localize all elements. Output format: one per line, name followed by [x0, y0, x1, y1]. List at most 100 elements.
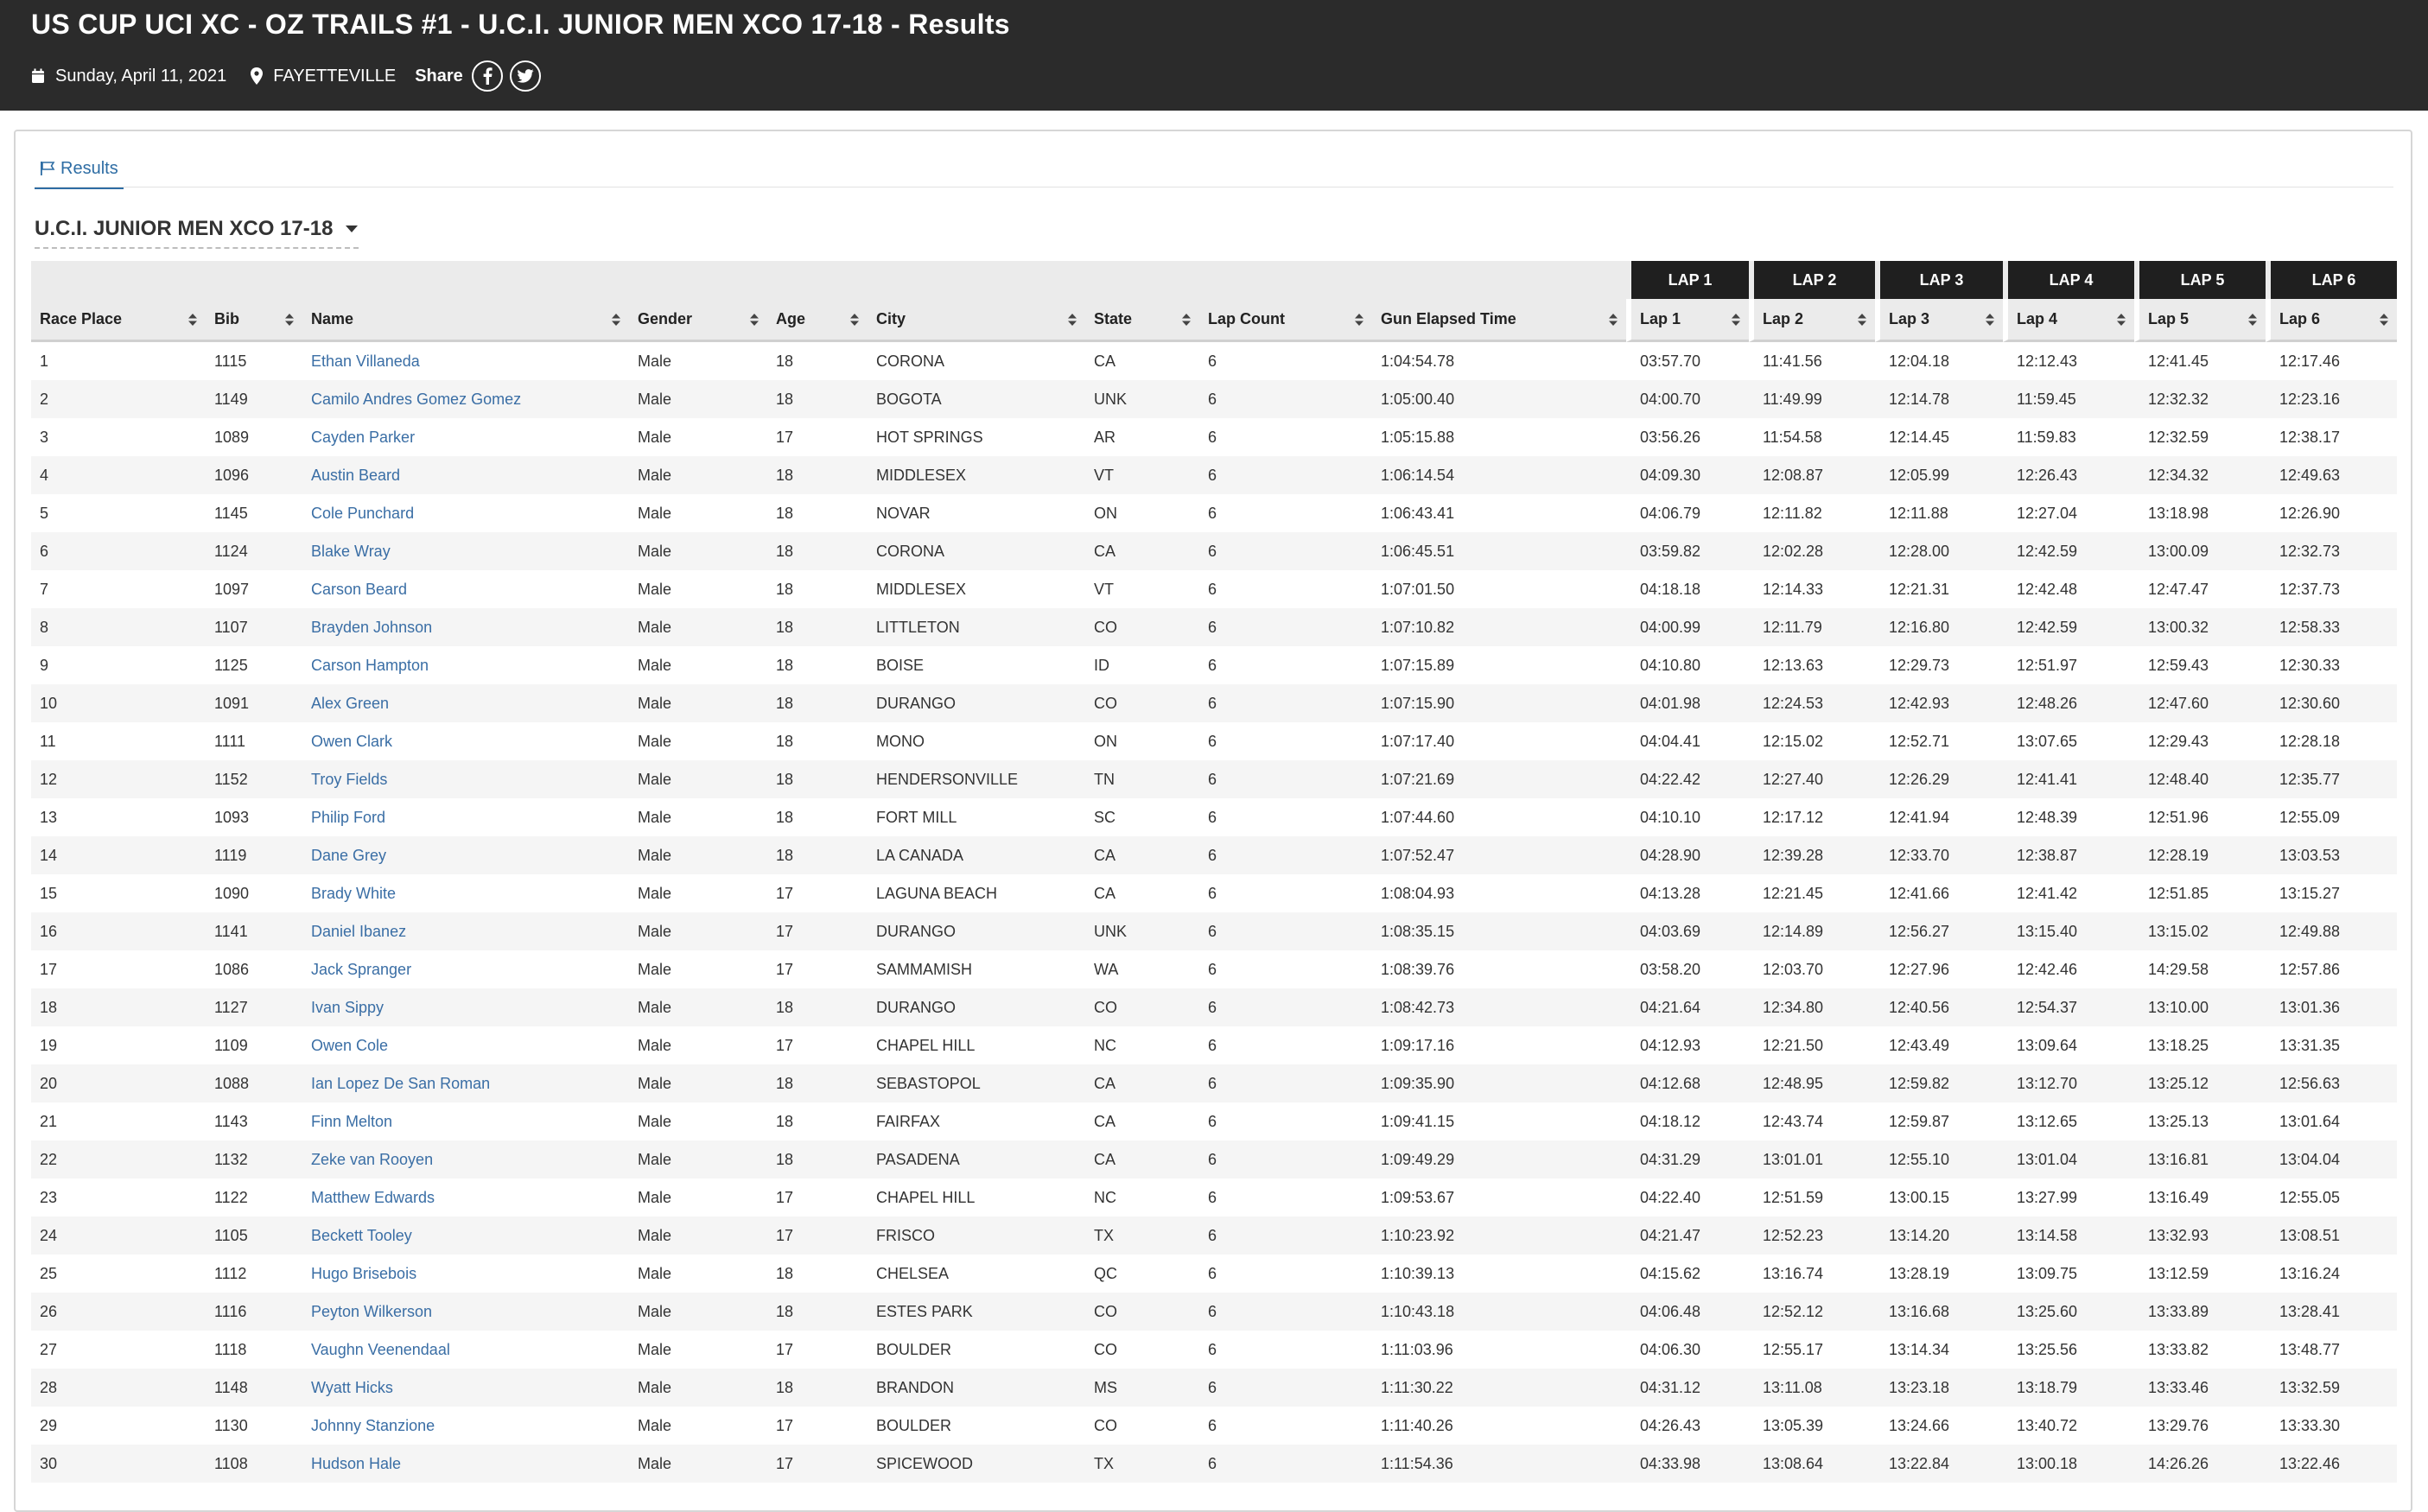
sort-icon[interactable]	[2117, 313, 2126, 326]
column-header-city[interactable]: City	[868, 299, 1085, 342]
cell-lap-5: 13:25.13	[2134, 1102, 2266, 1140]
cell-name[interactable]: Philip Ford	[302, 798, 629, 836]
table-row: 2 1149 Camilo Andres Gomez Gomez Male 18 BOGO…	[31, 380, 2397, 418]
cell-gender: Male	[629, 722, 767, 760]
cell-age: 18	[767, 798, 868, 836]
sort-icon[interactable]	[850, 313, 859, 326]
cell-state: AR	[1085, 418, 1199, 456]
column-header-lap-6[interactable]: Lap 6	[2266, 299, 2397, 342]
table-row: 9 1125 Carson Hampton Male 18 BOISE ID 6 1:07:15…	[31, 646, 2397, 684]
sort-icon[interactable]	[1858, 313, 1866, 326]
cell-name[interactable]: Vaughn Veenendaal	[302, 1331, 629, 1369]
column-header-lap-5[interactable]: Lap 5	[2134, 299, 2266, 342]
cell-name[interactable]: Carson Hampton	[302, 646, 629, 684]
cell-city: HENDERSONVILLE	[868, 760, 1085, 798]
cell-lap-1: 04:01.98	[1626, 684, 1749, 722]
cell-name[interactable]: Alex Green	[302, 684, 629, 722]
cell-name[interactable]: Hugo Brisebois	[302, 1255, 629, 1293]
cell-state: CO	[1085, 1331, 1199, 1369]
column-header-state[interactable]: State	[1085, 299, 1199, 342]
cell-name[interactable]: Owen Clark	[302, 722, 629, 760]
sort-icon[interactable]	[285, 313, 294, 326]
cell-name[interactable]: Austin Beard	[302, 456, 629, 494]
facebook-share-button[interactable]	[471, 60, 503, 92]
twitter-share-button[interactable]	[509, 60, 541, 92]
cell-lap-2: 12:55.17	[1749, 1331, 1875, 1369]
cell-name[interactable]: Cole Punchard	[302, 494, 629, 532]
column-header-race-place[interactable]: Race Place	[31, 299, 206, 342]
cell-lap-count: 6	[1199, 1407, 1372, 1445]
sort-icon[interactable]	[750, 313, 759, 326]
cell-lap-count: 6	[1199, 342, 1372, 380]
cell-lap-4: 13:27.99	[2003, 1178, 2134, 1217]
sort-icon[interactable]	[1182, 313, 1191, 326]
cell-lap-4: 12:38.87	[2003, 836, 2134, 874]
table-row: 4 1096 Austin Beard Male 18 MIDDLESEX VT 6 1:06:…	[31, 456, 2397, 494]
cell-name[interactable]: Wyatt Hicks	[302, 1369, 629, 1407]
sort-icon[interactable]	[1986, 313, 1994, 326]
cell-lap-count: 6	[1199, 1331, 1372, 1369]
sort-icon[interactable]	[1355, 313, 1363, 326]
cell-name[interactable]: Zeke van Rooyen	[302, 1140, 629, 1178]
column-header-gender[interactable]: Gender	[629, 299, 767, 342]
lap-group-4: LAP 4	[2003, 261, 2134, 299]
cell-lap-5: 13:00.09	[2134, 532, 2266, 570]
cell-name[interactable]: Owen Cole	[302, 1026, 629, 1064]
column-header-lap-3[interactable]: Lap 3	[1875, 299, 2003, 342]
cell-lap-1: 04:04.41	[1626, 722, 1749, 760]
column-header-name[interactable]: Name	[302, 299, 629, 342]
sort-icon[interactable]	[1068, 313, 1077, 326]
cell-name[interactable]: Carson Beard	[302, 570, 629, 608]
column-header-gun-elapsed-time[interactable]: Gun Elapsed Time	[1372, 299, 1626, 342]
table-row: 22 1132 Zeke van Rooyen Male 18 PASADENA CA 6 1:…	[31, 1140, 2397, 1178]
column-header-lap-count[interactable]: Lap Count	[1199, 299, 1372, 342]
cell-name[interactable]: Troy Fields	[302, 760, 629, 798]
category-dropdown[interactable]: U.C.I. JUNIOR MEN XCO 17-18	[35, 211, 359, 249]
cell-name[interactable]: Peyton Wilkerson	[302, 1293, 629, 1331]
column-header-label: Name	[311, 310, 354, 327]
page-title: US CUP UCI XC - OZ TRAILS #1 - U.C.I. JU…	[31, 9, 1010, 40]
sort-icon[interactable]	[188, 313, 197, 326]
cell-name[interactable]: Ian Lopez De San Roman	[302, 1064, 629, 1102]
cell-name[interactable]: Camilo Andres Gomez Gomez	[302, 380, 629, 418]
cell-gender: Male	[629, 608, 767, 646]
column-header-age[interactable]: Age	[767, 299, 868, 342]
sort-icon[interactable]	[2380, 313, 2388, 326]
cell-name[interactable]: Blake Wray	[302, 532, 629, 570]
column-header-lap-2[interactable]: Lap 2	[1749, 299, 1875, 342]
column-header-label: Lap 5	[2148, 310, 2190, 327]
column-header-lap-4[interactable]: Lap 4	[2003, 299, 2134, 342]
cell-lap-1: 03:58.20	[1626, 950, 1749, 988]
cell-state: NC	[1085, 1178, 1199, 1217]
cell-name[interactable]: Hudson Hale	[302, 1445, 629, 1483]
cell-lap-1: 04:31.12	[1626, 1369, 1749, 1407]
sort-icon[interactable]	[612, 313, 620, 326]
table-row: 10 1091 Alex Green Male 18 DURANGO CO 6 1:07:15.…	[31, 684, 2397, 722]
cell-name[interactable]: Cayden Parker	[302, 418, 629, 456]
sort-icon[interactable]	[1732, 313, 1740, 326]
tab-results[interactable]: Results	[35, 150, 124, 189]
cell-name[interactable]: Johnny Stanzione	[302, 1407, 629, 1445]
cell-lap-2: 12:15.02	[1749, 722, 1875, 760]
sort-icon[interactable]	[2248, 313, 2257, 326]
cell-lap-2: 12:27.40	[1749, 760, 1875, 798]
column-header-bib[interactable]: Bib	[206, 299, 302, 342]
cell-name[interactable]: Daniel Ibanez	[302, 912, 629, 950]
cell-race-place: 14	[31, 836, 206, 874]
cell-name[interactable]: Matthew Edwards	[302, 1178, 629, 1217]
cell-name[interactable]: Finn Melton	[302, 1102, 629, 1140]
cell-race-place: 13	[31, 798, 206, 836]
cell-lap-6: 12:55.09	[2266, 798, 2397, 836]
cell-name[interactable]: Beckett Tooley	[302, 1217, 629, 1255]
cell-name[interactable]: Jack Spranger	[302, 950, 629, 988]
cell-name[interactable]: Ethan Villaneda	[302, 342, 629, 380]
cell-lap-2: 13:16.74	[1749, 1255, 1875, 1293]
sort-icon[interactable]	[1609, 313, 1618, 326]
cell-lap-6: 13:03.53	[2266, 836, 2397, 874]
cell-name[interactable]: Ivan Sippy	[302, 988, 629, 1026]
cell-name[interactable]: Dane Grey	[302, 836, 629, 874]
cell-name[interactable]: Brady White	[302, 874, 629, 912]
cell-lap-2: 12:03.70	[1749, 950, 1875, 988]
column-header-lap-1[interactable]: Lap 1	[1626, 299, 1749, 342]
cell-name[interactable]: Brayden Johnson	[302, 608, 629, 646]
